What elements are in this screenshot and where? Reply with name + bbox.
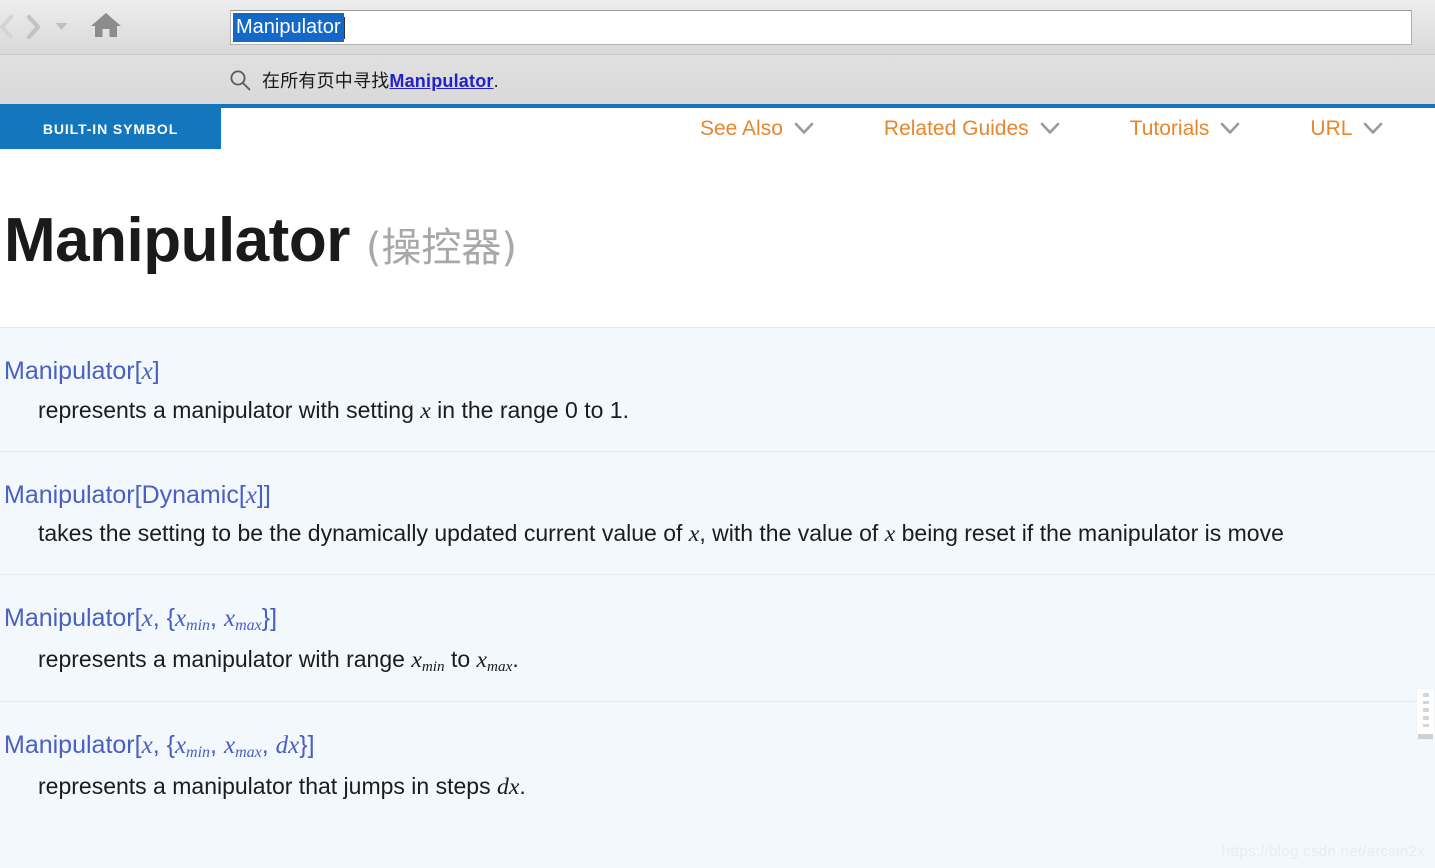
- search-input[interactable]: Manipulator: [230, 10, 1412, 45]
- suggestion-term-link[interactable]: Manipulator: [389, 71, 493, 91]
- home-button[interactable]: [80, 5, 132, 49]
- chevron-down-icon: [1363, 122, 1383, 135]
- menu-related-guides-label: Related Guides: [883, 116, 1029, 140]
- definition-row: Manipulator[x, {xmin, xmax, dx}] represe…: [0, 702, 1435, 827]
- chevron-down-icon: [1040, 122, 1060, 135]
- definition-signature[interactable]: Manipulator[x, {xmin, xmax}]: [4, 605, 1435, 635]
- history-dropdown-button[interactable]: [50, 5, 72, 49]
- chevron-right-icon: [23, 13, 43, 41]
- page-title-translation: (操控器): [365, 225, 518, 271]
- forward-button[interactable]: [16, 5, 50, 49]
- definition-signature[interactable]: Manipulator[x]: [4, 357, 1435, 386]
- chevron-down-icon: [794, 122, 814, 135]
- menu-url[interactable]: URL: [1310, 117, 1383, 141]
- menu-tutorials-label: Tutorials: [1129, 116, 1210, 140]
- status-badge: BUILT-IN SYMBOL: [0, 108, 221, 149]
- definition-description: represents a manipulator with setting x …: [38, 396, 629, 424]
- scroll-grip-icon: [1422, 716, 1429, 720]
- search-suggestion-item[interactable]: 在所有页中寻找Manipulator.: [228, 55, 499, 104]
- watermark: https://blog.csdn.net/arcsin2x: [1221, 843, 1425, 860]
- definition-signature[interactable]: Manipulator[Dynamic[x]]: [4, 481, 1435, 510]
- chevron-down-icon: [1220, 122, 1240, 135]
- definition-row: Manipulator[Dynamic[x]] takes the settin…: [0, 452, 1435, 576]
- suggestion-text: 在所有页中寻找Manipulator.: [262, 67, 499, 93]
- page-menu-bar: BUILT-IN SYMBOL See Also Related Guides: [0, 108, 1435, 154]
- definition-row: Manipulator[x] represents a manipulator …: [0, 328, 1435, 452]
- menu-related-guides[interactable]: Related Guides: [884, 117, 1060, 141]
- chevron-left-icon: [0, 14, 14, 40]
- definition-description: takes the setting to be the dynamically …: [38, 520, 1284, 548]
- search-input-value: Manipulator: [233, 13, 344, 42]
- scroll-grip-icon: [1422, 723, 1429, 728]
- scrollbar-grip[interactable]: [1416, 688, 1435, 740]
- text-cursor: [343, 16, 345, 39]
- suggestion-prefix: 在所有页中寻找: [262, 70, 390, 91]
- documentation-window: Manipulator 在所有页中寻找Manipulator. BUILT-IN…: [0, 0, 1435, 868]
- scroll-grip-icon: [1422, 700, 1429, 705]
- menu-see-also[interactable]: See Also: [700, 117, 814, 141]
- scroll-grip-icon: [1422, 693, 1429, 697]
- definition-description: represents a manipulator that jumps in s…: [38, 772, 526, 800]
- page-title: Manipulator (操控器): [0, 205, 1435, 325]
- search-bar[interactable]: Manipulator: [230, 10, 1412, 45]
- search-icon: [228, 68, 252, 92]
- menu-tutorials[interactable]: Tutorials: [1130, 117, 1241, 141]
- scroll-grip-icon: [1422, 708, 1429, 713]
- definition-signature[interactable]: Manipulator[x, {xmin, xmax, dx}]: [4, 732, 1435, 762]
- back-button[interactable]: [0, 5, 16, 49]
- page-menus: See Also Related Guides Tutorials URL: [700, 108, 1383, 149]
- menu-see-also-label: See Also: [700, 116, 783, 140]
- page-title-name: Manipulator: [4, 206, 350, 275]
- suggestion-suffix: .: [493, 70, 499, 91]
- definition-panel: Manipulator[x] represents a manipulator …: [0, 327, 1435, 868]
- navigation-buttons: [0, 0, 132, 55]
- browser-toolbar: Manipulator: [0, 0, 1435, 55]
- scroll-grip-bar: [1418, 734, 1433, 740]
- search-suggestion-bar: 在所有页中寻找Manipulator.: [0, 55, 1435, 104]
- menu-url-label: URL: [1310, 116, 1353, 140]
- definition-description: represents a manipulator with range xmin…: [38, 646, 519, 675]
- caret-down-icon: [55, 18, 68, 36]
- definition-row: Manipulator[x, {xmin, xmax}] represents …: [0, 575, 1435, 703]
- home-icon: [90, 11, 122, 44]
